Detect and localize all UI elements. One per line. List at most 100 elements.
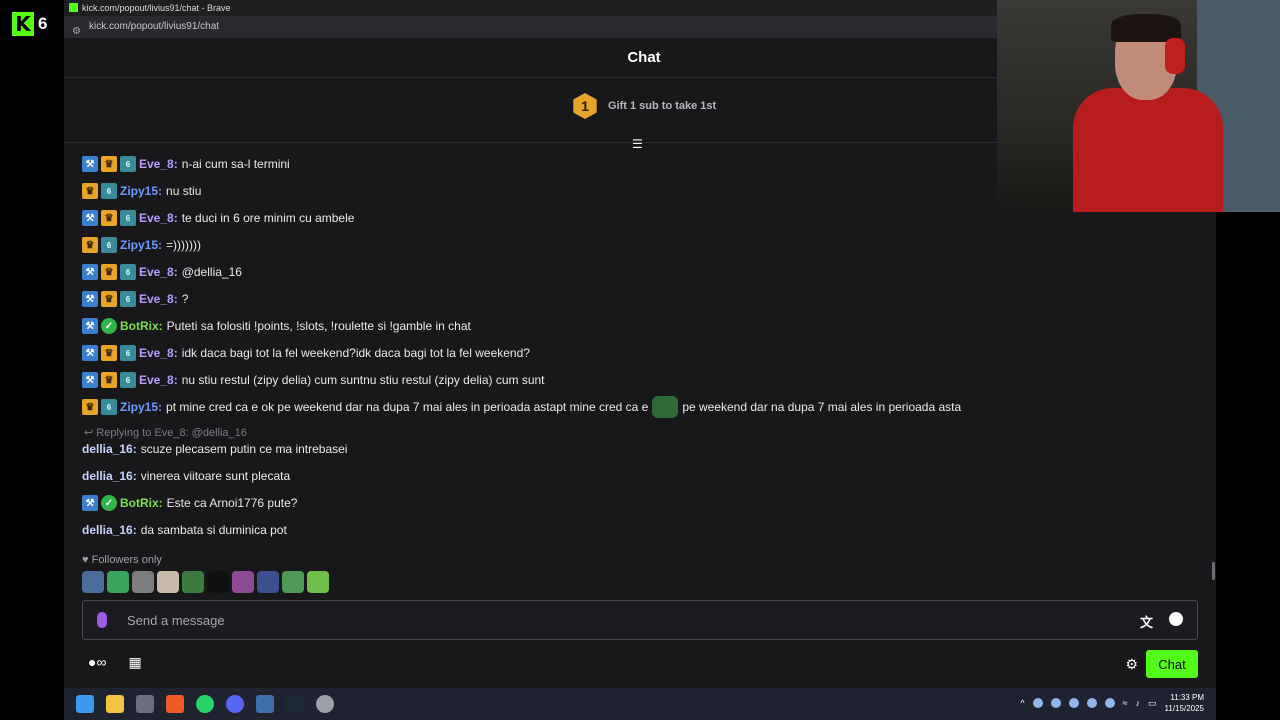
emote-icon[interactable] (257, 571, 279, 593)
chat-message: ⚒ ♛ 6 Eve_8: @dellia_16 (82, 262, 242, 282)
brave-browser-icon[interactable] (166, 695, 184, 713)
username[interactable]: Eve_8: (139, 265, 178, 279)
chat-message: ⚒ ♛ 6 Eve_8: nu stiu restul (zipy delia)… (82, 370, 545, 390)
message-text: ? (181, 292, 189, 306)
emote-icon[interactable] (82, 571, 104, 593)
gift-text[interactable]: Gift 1 sub to take 1st (608, 100, 716, 112)
username[interactable]: BotRix: (120, 496, 163, 510)
battery-icon[interactable]: ▭ (1148, 698, 1157, 709)
viewer-count: 6 (38, 14, 48, 33)
subscriber-badge-icon: 6 (120, 345, 136, 361)
emote-icon[interactable] (307, 571, 329, 593)
microphone-icon[interactable] (97, 612, 107, 628)
chat-message: ⚒ ♛ 6 Eve_8: ? (82, 289, 188, 309)
crown-badge-icon: ♛ (101, 156, 117, 172)
tray-app-icon[interactable] (1050, 698, 1061, 708)
obs-icon[interactable] (316, 695, 334, 713)
subscriber-badge-icon: 6 (120, 210, 136, 226)
taskbar-clock[interactable]: 11:33 PM 11/15/2025 (1165, 692, 1204, 714)
moderator-badge-icon: ⚒ (82, 372, 98, 388)
username[interactable]: Zipy15: (120, 238, 162, 252)
reply-text[interactable]: Replying to Eve_8: @dellia_16 (96, 427, 247, 439)
url-text[interactable]: kick.com/popout/livius91/chat (89, 21, 219, 32)
settings-gear-icon[interactable]: ⚙ (1125, 656, 1138, 673)
tray-app-icon[interactable] (1086, 698, 1097, 708)
reply-context[interactable]: ↩ Replying to Eve_8: @dellia_16 (84, 426, 247, 439)
quick-emotes (82, 571, 329, 593)
system-tray: ^ ≈ ♪ ▭ 11:33 PM 11/15/2025 (1020, 692, 1204, 714)
steam-icon[interactable] (286, 695, 304, 713)
tray-chevron-icon[interactable]: ^ (1020, 698, 1024, 708)
chat-filter-icon[interactable]: ☰ (632, 137, 643, 151)
moderator-badge-icon: ⚒ (82, 345, 98, 361)
username[interactable]: Eve_8: (139, 157, 178, 171)
start-menu-icon[interactable] (76, 695, 94, 713)
message-input[interactable] (127, 609, 1027, 631)
photos-icon[interactable] (256, 695, 274, 713)
username[interactable]: BotRix: (120, 319, 163, 333)
whatsapp-icon[interactable] (196, 695, 214, 713)
tray-app-icon[interactable] (1032, 698, 1043, 708)
crown-badge-icon: ♛ (82, 399, 98, 415)
moderator-badge-icon: ⚒ (82, 210, 98, 226)
username[interactable]: Eve_8: (139, 292, 178, 306)
emote-icon[interactable] (157, 571, 179, 593)
clock-time: 11:33 PM (1170, 693, 1204, 702)
chat-title: Chat (627, 49, 661, 66)
channel-points-icon[interactable]: ●∞ (88, 654, 106, 671)
message-text-continued: pe weekend dar na dupa 7 mai ales in per… (682, 400, 962, 414)
emote-icon[interactable] (232, 571, 254, 593)
screen: K 6 kick.com/popout/livius91/chat - Brav… (0, 0, 1280, 720)
emote-icon[interactable] (282, 571, 304, 593)
clock-date: 11/15/2025 (1164, 704, 1204, 713)
emote-icon[interactable] (132, 571, 154, 593)
username[interactable]: Eve_8: (139, 211, 178, 225)
followers-only-notice: ♥ Followers only (82, 554, 162, 566)
username[interactable]: Eve_8: (139, 373, 178, 387)
emote-icon[interactable] (107, 571, 129, 593)
wifi-icon[interactable]: ≈ (1123, 698, 1128, 708)
username[interactable]: Zipy15: (120, 184, 162, 198)
gift-rank-badge: 1 (573, 93, 597, 119)
username[interactable]: dellia_16: (82, 469, 137, 483)
message-text: =))))))) (166, 238, 201, 252)
send-chat-button[interactable]: Chat (1146, 650, 1198, 678)
emoji-picker-icon[interactable] (1169, 612, 1183, 626)
store-icon[interactable]: ▦ (128, 654, 141, 671)
crown-badge-icon: ♛ (82, 237, 98, 253)
subscriber-badge-icon: 6 (101, 399, 117, 415)
headset-icon (1165, 38, 1185, 74)
followers-label: Followers only (91, 554, 162, 566)
username[interactable]: Eve_8: (139, 346, 178, 360)
subscriber-badge-icon: 6 (101, 237, 117, 253)
tray-app-icon[interactable] (1068, 698, 1079, 708)
message-text: vinerea viitoare sunt plecata (140, 469, 291, 483)
kick-logo-icon: K (12, 12, 34, 36)
message-text: Este ca Arnoi1776 pute? (166, 496, 298, 510)
moderator-badge-icon: ⚒ (82, 291, 98, 307)
crown-badge-icon: ♛ (101, 264, 117, 280)
chat-message: ♛ 6 Zipy15: =))))))) (82, 235, 201, 255)
app-icon[interactable] (136, 695, 154, 713)
translate-icon[interactable]: 文 (1140, 612, 1153, 631)
discord-icon[interactable] (226, 695, 244, 713)
chat-message: dellia_16: da sambata si duminica pot (82, 520, 287, 540)
volume-icon[interactable]: ♪ (1136, 698, 1141, 708)
username[interactable]: dellia_16: (82, 523, 137, 537)
tray-app-icon[interactable] (1104, 698, 1115, 708)
chat-message: ♛ 6 Zipy15: pt mine cred ca e ok pe week… (82, 396, 962, 418)
message-input-box[interactable]: 文 (82, 600, 1198, 640)
chat-message: ♛ 6 Zipy15: nu stiu (82, 181, 201, 201)
subscriber-badge-icon: 6 (120, 264, 136, 280)
chat-message: ⚒ ♛ 6 Eve_8: idk daca bagi tot la fel we… (82, 343, 530, 363)
message-text: pt mine cred ca e ok pe weekend dar na d… (166, 400, 649, 414)
chat-scrollbar[interactable] (1212, 562, 1215, 580)
message-text: @dellia_16 (181, 265, 242, 279)
file-explorer-icon[interactable] (106, 695, 124, 713)
emote-icon[interactable] (182, 571, 204, 593)
webcam-feed (997, 0, 1280, 212)
emote-icon[interactable] (207, 571, 229, 593)
chat-message: ⚒ ✓ BotRix: Puteti sa folositi !points, … (82, 316, 471, 336)
username[interactable]: Zipy15: (120, 400, 162, 414)
username[interactable]: dellia_16: (82, 442, 137, 456)
